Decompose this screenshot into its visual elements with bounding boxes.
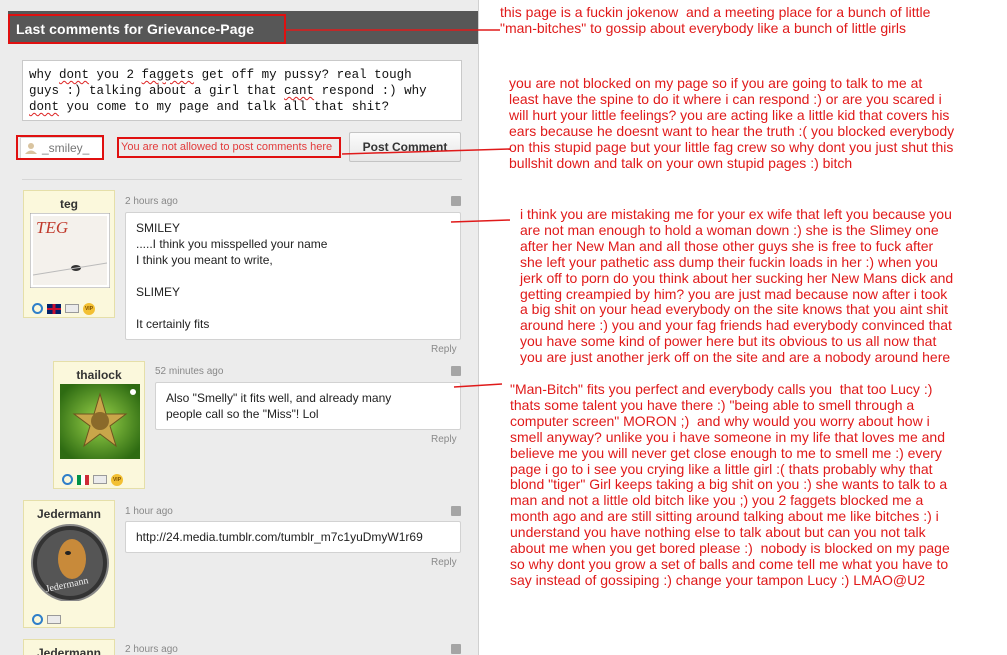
reply-link[interactable]: Reply [431,557,457,568]
comment-username: Jedermann [36,646,102,655]
input-line: guys :) talking about a girl that cant r… [29,84,427,98]
user-badges: VIP [62,471,127,486]
post-comment-button[interactable]: Post Comment [349,132,461,162]
italy-flag-icon [77,474,89,485]
comment-body: http://24.media.tumblr.com/tumblr_m7c1yu… [125,521,461,553]
avatar-text: TEG [36,218,68,237]
user-card-jedermann[interactable]: Jedermann [23,639,115,655]
input-line: dont you come to my page and talk all th… [29,100,390,114]
male-icon [62,474,73,486]
annotation-3: i think you are mistaking me for your ex… [520,206,954,366]
highlight-box-title [8,14,286,44]
input-line: why dont you 2 faggets get off my pussy?… [29,68,412,82]
comment-body: Also "Smelly" it fits well, and already … [155,382,461,430]
comments-panel: Last comments for Grievance-Page why don… [0,0,478,655]
avatar[interactable]: TEG [30,213,110,288]
reply-link[interactable]: Reply [431,434,457,445]
divider [22,179,462,180]
user-badges: VIP [32,300,99,315]
vip-badge-icon: VIP [83,302,95,315]
comment-time: 52 minutes ago [155,366,224,377]
comment-line: .....I think you misspelled your name [136,237,328,251]
mail-icon[interactable] [93,475,107,485]
annotation-1: this page is a fuckin jokenow and a meet… [500,4,931,36]
comment-line: SLIMEY [136,285,181,299]
user-card-jedermann[interactable]: Jedermann Jedermann [23,500,115,628]
comment-line: SMILEY [136,221,181,235]
user-card-teg[interactable]: teg TEG VIP [23,190,115,318]
user-badges [32,611,65,626]
annotation-2: you are not blocked on my page so if you… [509,75,955,171]
report-flag-icon[interactable] [451,644,461,654]
highlight-box-username [16,135,104,160]
male-icon [32,614,43,626]
report-flag-icon[interactable] [451,196,461,206]
male-icon [32,303,43,315]
mail-icon[interactable] [65,304,79,314]
comment-line: It certainly fits [136,317,210,331]
avatar[interactable] [60,384,140,459]
mail-icon[interactable] [47,615,61,625]
annotation-4: "Man-Bitch" fits you perfect and everybo… [510,381,950,588]
reply-link[interactable]: Reply [431,344,457,355]
comment-body: SMILEY .....I think you misspelled your … [125,212,461,340]
avatar[interactable]: Jedermann [30,523,110,601]
highlight-box-not-allowed [117,137,341,158]
comment-time: 1 hour ago [125,506,173,517]
comment-username: teg [60,197,78,211]
report-flag-icon[interactable] [451,366,461,376]
comment-username: Jedermann [36,507,102,521]
comment-link-text[interactable]: http://24.media.tumblr.com/tumblr_m7c1yu… [136,529,450,545]
uk-flag-icon [47,303,61,314]
comment-line: I think you meant to write, [136,253,273,267]
comment-textarea[interactable]: why dont you 2 faggets get off my pussy?… [22,60,462,121]
comment-line: Also "Smelly" it fits well, and already … [166,391,392,405]
comment-time: 2 hours ago [125,644,178,655]
comment-time: 2 hours ago [125,196,178,207]
comment-username: thailock [76,368,122,382]
report-flag-icon[interactable] [451,506,461,516]
comment-line: people call so the "Miss"! Lol [166,407,319,421]
vip-badge-icon: VIP [111,473,123,486]
user-card-thailock[interactable]: thailock VIP [53,361,145,489]
panel-edge [478,0,479,655]
